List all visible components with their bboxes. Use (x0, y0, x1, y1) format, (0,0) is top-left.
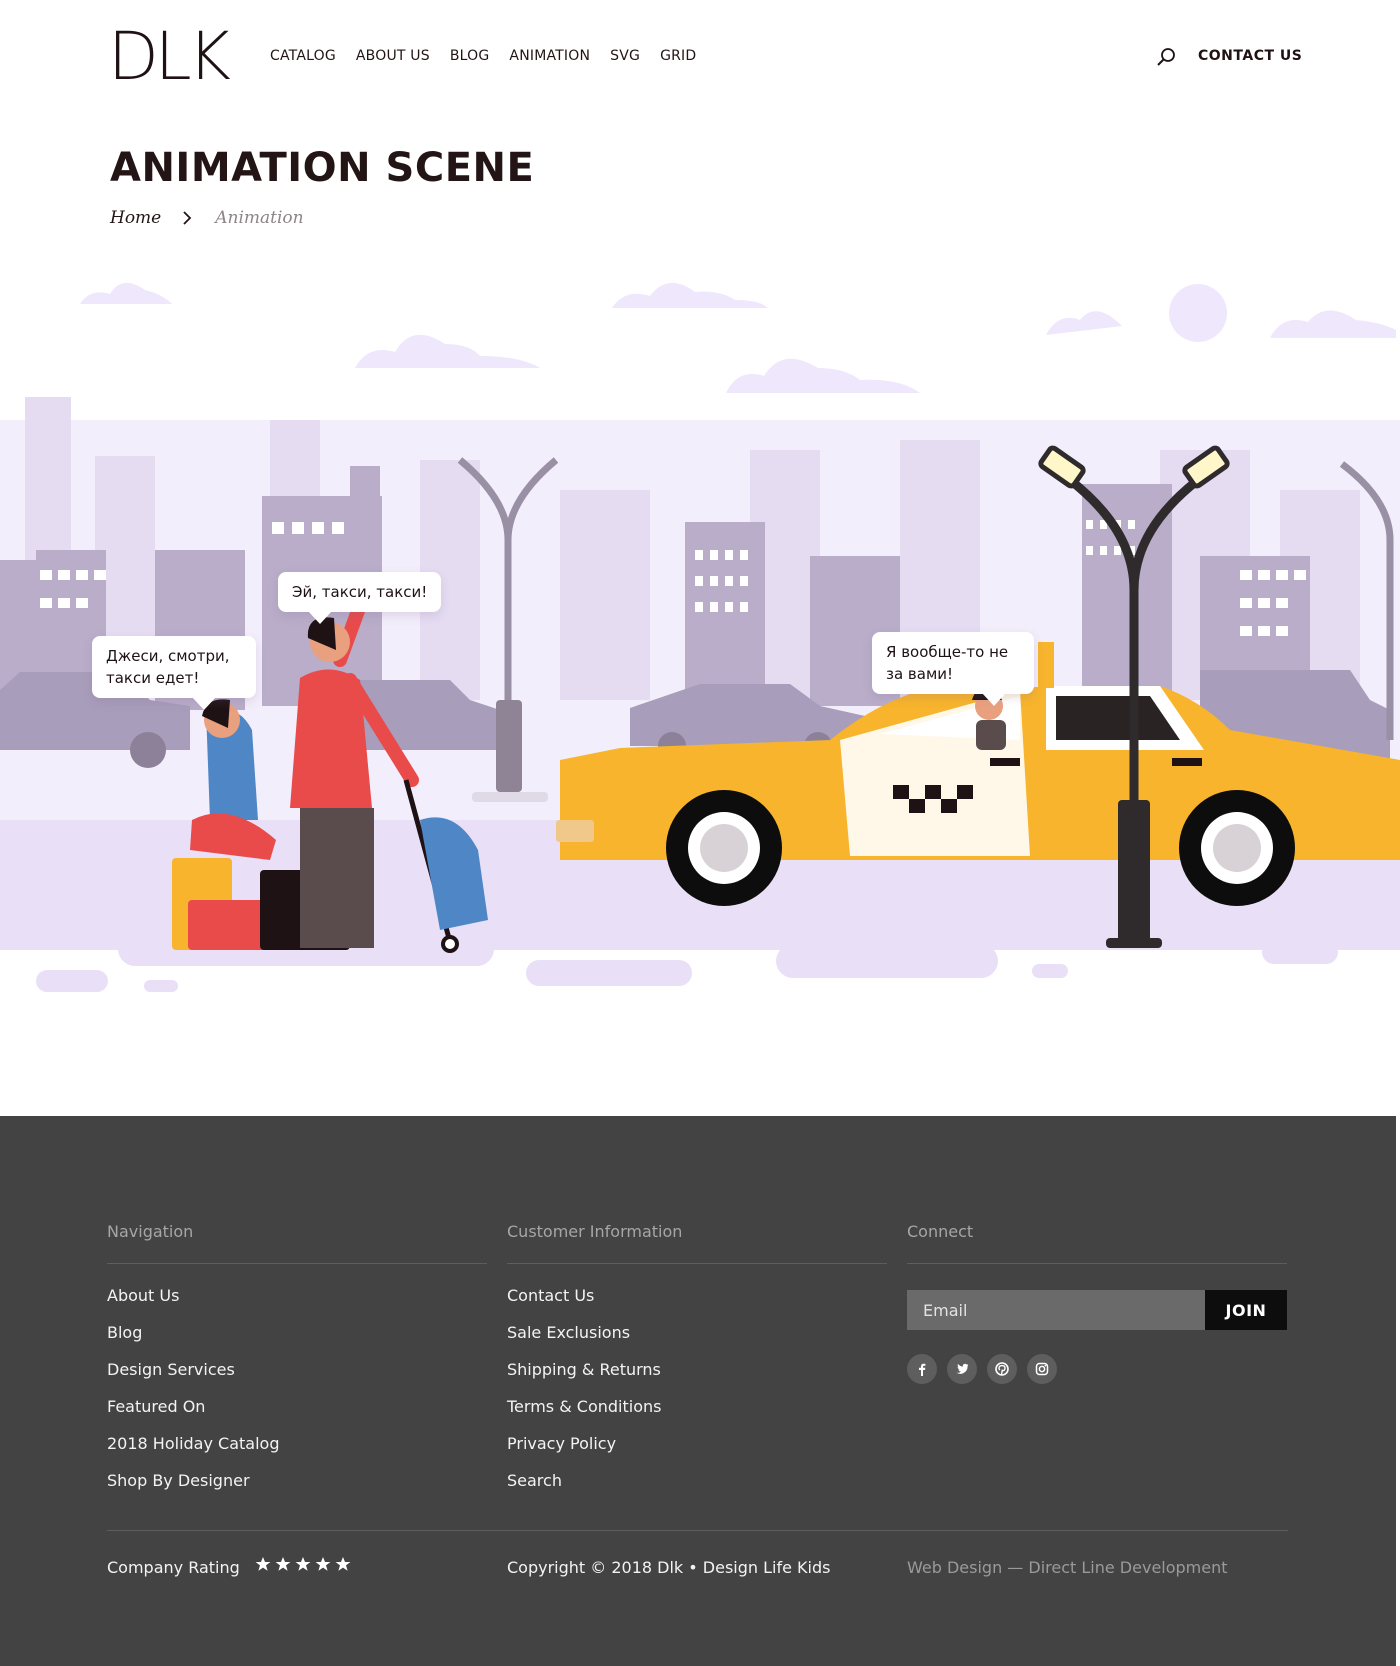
footer-link-shipping-returns[interactable]: Shipping & Returns (507, 1360, 887, 1397)
instagram-icon[interactable] (1027, 1354, 1057, 1384)
nav-animation[interactable]: ANIMATION (509, 48, 590, 64)
speech-bubble-woman: Джеси, смотри, такси едет! (92, 636, 256, 710)
company-rating-label: Company Rating (107, 1558, 240, 1577)
nav-about-us[interactable]: ABOUT US (356, 48, 430, 64)
twitter-icon[interactable] (947, 1354, 977, 1384)
chevron-right-icon (183, 211, 192, 225)
web-design-credit-link[interactable]: Web Design — Direct Line Development (907, 1558, 1228, 1577)
newsletter-form: JOIN (907, 1290, 1287, 1330)
footer-link-holiday-catalog[interactable]: 2018 Holiday Catalog (107, 1434, 487, 1471)
site-footer: Navigation About Us Blog Design Services… (0, 1116, 1396, 1666)
nav-catalog[interactable]: CATALOG (270, 48, 336, 64)
nav-svg[interactable]: SVG (610, 48, 640, 64)
rating-stars (255, 1556, 351, 1572)
copyright-text: Copyright © 2018 Dlk • Design Life Kids (507, 1558, 831, 1577)
footer-heading-navigation: Navigation (107, 1222, 487, 1264)
footer-link-blog[interactable]: Blog (107, 1323, 487, 1360)
join-button[interactable]: JOIN (1205, 1290, 1287, 1330)
footer-heading-customer: Customer Information (507, 1222, 887, 1264)
footer-connect: Connect JOIN (907, 1222, 1287, 1384)
footer-customer-information: Customer Information Contact Us Sale Exc… (507, 1222, 887, 1508)
taxi-animation-scene: Джеси, смотри, такси едет! Эй, такси, та… (0, 260, 1400, 1060)
star-icon (275, 1557, 291, 1571)
star-icon (295, 1557, 311, 1571)
site-header: DLK CATALOG ABOUT US BLOG ANIMATION SVG … (0, 0, 1400, 120)
speech-bubble-man: Эй, такси, такси! (278, 572, 442, 624)
contact-us-link[interactable]: CONTACT US (1198, 48, 1302, 64)
star-icon (335, 1557, 351, 1571)
footer-link-design-services[interactable]: Design Services (107, 1360, 487, 1397)
speech-bubble-driver: Я вообще-то не за вами! (872, 632, 1034, 706)
breadcrumb: Home Animation (110, 208, 304, 228)
nav-grid[interactable]: GRID (660, 48, 696, 64)
breadcrumb-home[interactable]: Home (110, 208, 161, 228)
footer-link-contact-us[interactable]: Contact Us (507, 1286, 887, 1323)
search-icon[interactable] (1155, 46, 1177, 68)
breadcrumb-current: Animation (215, 208, 304, 228)
email-input[interactable] (907, 1290, 1205, 1330)
sky-clouds (80, 282, 1396, 393)
facebook-icon[interactable] (907, 1354, 937, 1384)
footer-divider (107, 1530, 1288, 1531)
footer-link-terms[interactable]: Terms & Conditions (507, 1397, 887, 1434)
star-icon (315, 1557, 331, 1571)
footer-navigation: Navigation About Us Blog Design Services… (107, 1222, 487, 1508)
main-nav: CATALOG ABOUT US BLOG ANIMATION SVG GRID (270, 48, 696, 64)
pinterest-icon[interactable] (987, 1354, 1017, 1384)
star-icon (255, 1557, 271, 1571)
nav-blog[interactable]: BLOG (450, 48, 490, 64)
logo[interactable]: DLK (108, 22, 231, 92)
footer-heading-connect: Connect (907, 1222, 1287, 1264)
footer-link-search[interactable]: Search (507, 1471, 887, 1508)
footer-link-sale-exclusions[interactable]: Sale Exclusions (507, 1323, 887, 1360)
footer-link-privacy[interactable]: Privacy Policy (507, 1434, 887, 1471)
footer-link-about-us[interactable]: About Us (107, 1286, 487, 1323)
social-links (907, 1354, 1287, 1384)
footer-link-featured-on[interactable]: Featured On (107, 1397, 487, 1434)
footer-link-shop-by-designer[interactable]: Shop By Designer (107, 1471, 487, 1508)
page-title: ANIMATION SCENE (110, 145, 535, 191)
